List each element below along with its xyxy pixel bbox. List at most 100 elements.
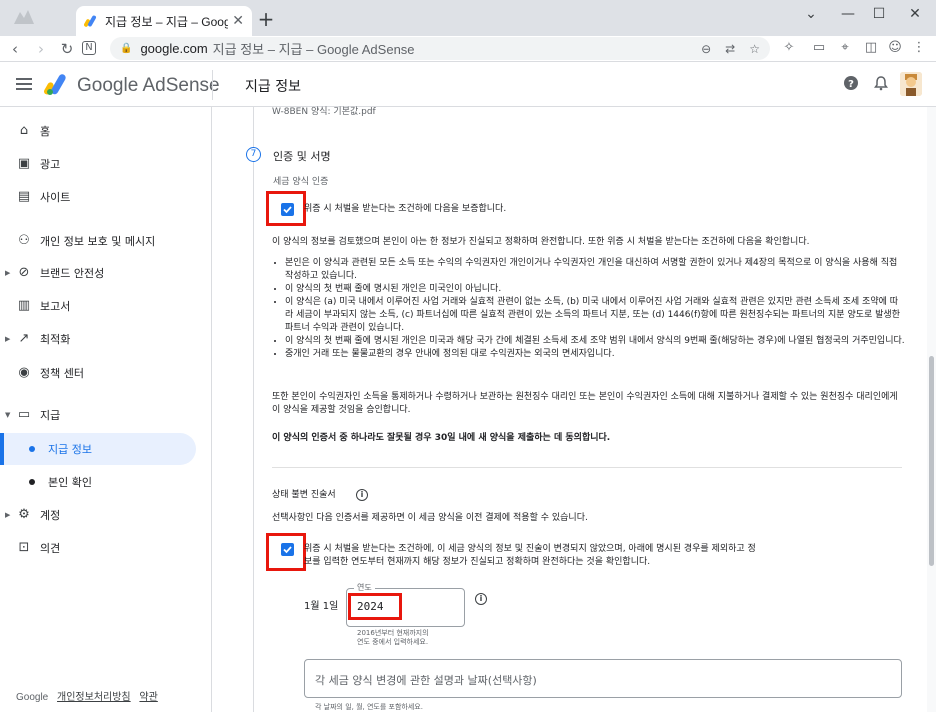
tab-search-icon[interactable]: ⌄ [796, 6, 826, 22]
block-icon: ⊘ [18, 265, 30, 280]
collapse-caret-icon: ▼ [5, 411, 11, 419]
sidebar-item-label: 개인 정보 보호 및 메시지 [40, 235, 156, 248]
sidebar-item-label: 본인 확인 [48, 476, 92, 489]
info-icon[interactable]: i [475, 593, 487, 605]
url-host: google.com [140, 41, 208, 56]
header-divider [212, 70, 213, 100]
sidebar-item-privacy[interactable]: ⚇ 개인 정보 보호 및 메시지 [0, 225, 196, 257]
browser-tab-active[interactable]: 지급 정보 – 지급 – Google AdSense ✕ [76, 6, 252, 36]
hamburger-menu-icon[interactable] [16, 78, 32, 90]
date-label: 1월 1일 [304, 601, 339, 612]
step-number: 7 [246, 147, 261, 162]
reload-icon[interactable]: ↻ [58, 39, 76, 59]
sidebar-item-label: 보고서 [40, 300, 71, 313]
page-title: 지급 정보 [245, 79, 301, 95]
sidebar-item-ads[interactable]: ▣ 광고 [0, 148, 196, 180]
help-icon[interactable]: ? [843, 75, 861, 93]
policy-icon: ◉ [18, 365, 30, 380]
stepper-line [253, 107, 254, 712]
media-icon[interactable]: ▭ [810, 40, 828, 55]
sidebar-item-feedback[interactable]: ⊡ 의견 [0, 532, 196, 564]
maximize-button[interactable]: ☐ [864, 6, 894, 22]
sidebar-item-sites[interactable]: ▤ 사이트 [0, 181, 196, 213]
scrollbar-thumb[interactable] [929, 356, 934, 566]
privacy-policy-link[interactable]: 개인정보처리방침 [57, 692, 131, 703]
year-help-text: 2016년부터 현재까지의 연도 중에서 입력하세요. [357, 629, 429, 647]
svg-text:?: ? [848, 79, 854, 90]
sidebar-item-account[interactable]: ▶ ⚙ 계정 [0, 499, 196, 531]
avatar[interactable] [900, 72, 922, 96]
expand-caret-icon: ▶ [5, 511, 11, 519]
terms-link[interactable]: 약관 [139, 692, 157, 703]
status-description: 선택사항인 다음 인증서를 제공하면 이 세금 양식을 이전 결제에 적용할 수… [272, 513, 588, 523]
browser-toolbar: ‹ › ↻ N 🔒 google.com 지급 정보 – 지급 – Google… [0, 36, 936, 62]
menu-kebab-icon[interactable]: ⋮ [910, 40, 928, 55]
translate-icon[interactable]: ⇄ [725, 42, 735, 56]
subsection-title: 세금 양식 인증 [273, 177, 329, 187]
sidebar-item-label: 브랜드 안전성 [40, 267, 105, 280]
highlight-box [266, 191, 306, 226]
sidepanel-icon[interactable]: ◫ [862, 40, 880, 55]
gear-icon: ⚙ [18, 507, 30, 522]
sidebar-footer: Google 개인정보처리방침 약관 [16, 688, 158, 703]
section-title: 인증 및 서명 [273, 150, 331, 163]
lock-icon: 🔒 [120, 43, 133, 54]
sidebar-item-optimization[interactable]: ▶ ↗ 최적화 [0, 323, 196, 355]
tab-close-icon[interactable]: ✕ [232, 13, 244, 29]
sidebar-item-label: 최적화 [40, 333, 71, 346]
attached-file-name: W-8BEN 양식: 기본값.pdf [272, 107, 376, 117]
textarea-placeholder: 각 세금 양식 변경에 관한 설명과 날짜(선택사항) [315, 674, 537, 687]
highlight-box [348, 593, 402, 620]
sidebar-item-brand-safety[interactable]: ▶ ⊘ 브랜드 안전성 [0, 257, 196, 289]
minimize-button[interactable]: — [833, 6, 863, 22]
bookmark-star-icon[interactable]: ☆ [749, 42, 760, 56]
feedback-icon: ⊡ [18, 540, 30, 555]
site-info-icon[interactable]: N [82, 41, 96, 55]
sidebar-item-label: 광고 [40, 158, 61, 171]
privacy-icon: ⚇ [18, 233, 30, 248]
year-field-label: 연도 [354, 582, 375, 593]
status-checkbox-line-1: 위증 시 처벌을 받는다는 조건하에, 이 세금 양식의 정보 및 진술이 변경… [304, 544, 756, 554]
sidebar-item-label: 정책 센터 [40, 367, 84, 380]
list-item: 중개인 거래 또는 물물교환의 경우 안내에 정의된 대로 수익권자는 외국의 … [285, 348, 905, 361]
status-checkbox-line-2: 보를 입력한 연도부터 현재까지 해당 정보가 진실되고 정확하며 완전하다는 … [304, 557, 651, 567]
footer-brand: Google [16, 692, 49, 703]
notifications-bell-icon[interactable] [873, 75, 891, 93]
active-indicator [0, 433, 4, 465]
screenshot-icon[interactable]: ⌖ [836, 40, 854, 55]
sites-icon: ▤ [17, 189, 31, 204]
highlight-box [266, 533, 306, 571]
bullet-dot [29, 446, 35, 452]
window-close-button[interactable]: ✕ [900, 6, 930, 22]
sidebar-item-home[interactable]: ⌂ 홈 [0, 115, 196, 147]
home-icon: ⌂ [19, 123, 29, 138]
browser-tab-strip: 지급 정보 – 지급 – Google AdSense ✕ + ⌄ — ☐ ✕ [0, 0, 936, 36]
sidebar-item-reports[interactable]: ▥ 보고서 [0, 290, 196, 322]
forward-icon[interactable]: › [32, 39, 50, 59]
back-icon[interactable]: ‹ [6, 39, 24, 59]
info-icon[interactable]: i [356, 489, 368, 501]
sidebar-item-payment-info[interactable]: 지급 정보 [0, 433, 196, 465]
year-help-line-1: 2016년부터 현재까지의 [357, 629, 429, 637]
url-title: 지급 정보 – 지급 – Google AdSense [212, 42, 415, 57]
sidebar-item-label: 홈 [40, 125, 51, 138]
app-header: Google AdSense 지급 정보 ? [0, 62, 936, 107]
profile-icon[interactable]: ☺ [886, 40, 904, 55]
trending-icon: ↗ [18, 331, 30, 346]
sidebar-item-label: 계정 [40, 509, 61, 522]
ads-icon: ▣ [17, 156, 31, 171]
new-tab-button[interactable]: + [256, 8, 276, 30]
list-item: 본인은 이 양식과 관련된 모든 소득 또는 수익의 수익권자인 개인이거나 수… [285, 257, 905, 283]
authorize-text: 또한 본인이 수익권자인 소득을 통제하거나 수령하거나 보관하는 원천징수 대… [272, 392, 898, 415]
sidebar-item-policy[interactable]: ◉ 정책 센터 [0, 357, 196, 389]
expand-caret-icon: ▶ [5, 335, 11, 343]
browser-profile-icon[interactable] [10, 6, 40, 30]
sidebar-item-payments[interactable]: ▼ ▭ 지급 [0, 399, 196, 431]
zoom-icon[interactable]: ⊖ [701, 42, 711, 56]
sidebar-item-identity[interactable]: 본인 확인 [0, 466, 196, 498]
certification-list: 본인은 이 양식과 관련된 모든 소득 또는 수익의 수익권자인 개인이거나 수… [285, 257, 905, 361]
adsense-favicon [84, 14, 98, 28]
extensions-icon[interactable]: ✧ [780, 40, 798, 55]
address-bar[interactable]: 🔒 google.com 지급 정보 – 지급 – Google AdSense… [110, 37, 770, 60]
sidebar-item-label: 지급 [40, 409, 61, 422]
